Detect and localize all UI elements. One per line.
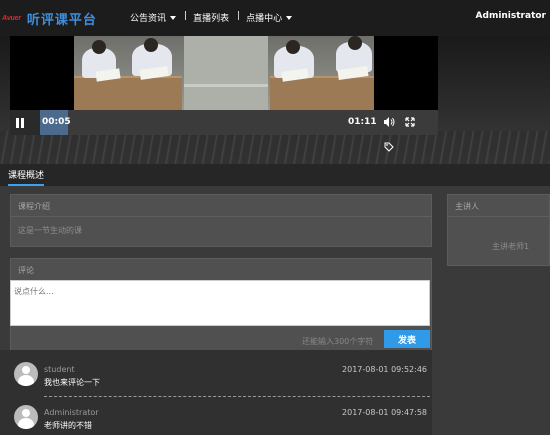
nav-item-label: 点播中心 — [246, 14, 283, 24]
nav-separator: | — [237, 11, 241, 21]
pause-icon[interactable] — [16, 118, 25, 128]
chevron-down-icon — [286, 15, 293, 20]
chevron-down-icon — [170, 15, 177, 20]
user-menu[interactable]: Administrator — [476, 11, 546, 21]
list-item: student 我也来评论一下 2017-08-01 09:52:46 — [14, 362, 430, 402]
video-frame[interactable] — [74, 36, 374, 110]
list-item: Administrator 老师讲的不错 2017-08-01 09:47:58 — [14, 405, 430, 435]
logo[interactable]: Avuer 听评课平台 — [2, 9, 120, 28]
video-controls: 00:05 01:11 — [10, 110, 438, 135]
avatar — [14, 362, 38, 386]
current-time: 00:05 — [42, 117, 71, 127]
video-player[interactable]: 00:05 01:11 — [10, 36, 438, 135]
nav-item-announcements[interactable]: 公告资讯 — [130, 11, 177, 24]
stage-background — [0, 131, 550, 164]
comment-list: student 我也来评论一下 2017-08-01 09:52:46 Admi… — [0, 350, 432, 435]
main-nav: 公告资讯 | 直播列表 | 点播中心 — [130, 11, 300, 24]
tag-icon[interactable] — [384, 142, 394, 152]
comment-user[interactable]: Administrator — [44, 408, 99, 417]
logo-mark: Avuer — [2, 14, 21, 22]
nav-separator: | — [184, 11, 188, 21]
duration: 01:11 — [348, 117, 377, 127]
tab-bar: 课程概述 — [0, 164, 550, 186]
comment-divider — [44, 396, 430, 397]
progress-track[interactable] — [40, 110, 438, 135]
comment-time: 2017-08-01 09:47:58 — [342, 408, 427, 417]
post-button[interactable]: 发表 — [384, 330, 430, 348]
nav-item-label: 公告资讯 — [130, 14, 167, 24]
panel-title: 评论 — [18, 266, 34, 275]
nav-item-label: 直播列表 — [193, 14, 230, 24]
course-intro-panel: 课程介绍 这是一节生动的课 — [10, 194, 432, 247]
char-counter: 还能输入300个字符 — [302, 337, 374, 346]
nav-item-live-list[interactable]: 直播列表 — [193, 11, 229, 24]
comment-input[interactable] — [10, 280, 430, 326]
comment-text: 老师讲的不错 — [44, 421, 92, 430]
nav-item-vod-center[interactable]: 点播中心 — [246, 11, 293, 24]
volume-icon[interactable] — [383, 116, 395, 128]
comment-text: 我也来评论一下 — [44, 378, 100, 387]
course-intro-text: 这是一节生动的课 — [18, 226, 82, 235]
avatar — [14, 405, 38, 429]
speaker-panel: 主讲人 主讲老师1 — [447, 194, 550, 266]
top-navbar: Avuer 听评课平台 公告资讯 | 直播列表 | 点播中心 Administr… — [0, 0, 550, 36]
speaker-name: 主讲老师1 — [492, 242, 530, 251]
comment-user[interactable]: student — [44, 365, 75, 374]
tab-course-overview[interactable]: 课程概述 — [8, 168, 45, 186]
logo-text: 听评课平台 — [26, 12, 97, 28]
panel-title: 主讲人 — [455, 202, 479, 211]
panel-title: 课程介绍 — [18, 202, 50, 211]
comment-time: 2017-08-01 09:52:46 — [342, 365, 427, 374]
fullscreen-icon[interactable] — [404, 116, 416, 128]
